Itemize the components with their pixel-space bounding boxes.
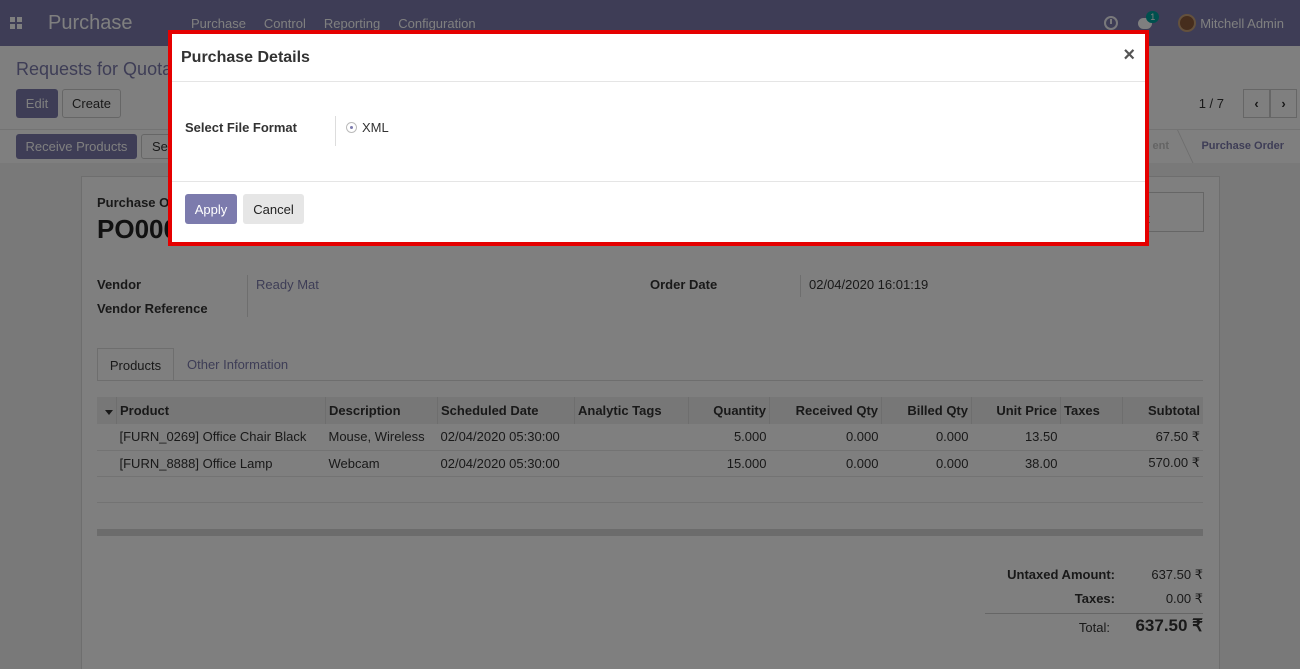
modal-body: Select File Format XML <box>172 83 1145 182</box>
file-format-label: Select File Format <box>185 120 297 135</box>
cancel-button[interactable]: Cancel <box>243 194 304 224</box>
modal-header: Purchase Details × <box>172 34 1145 82</box>
modal-title: Purchase Details <box>181 49 310 66</box>
close-icon[interactable]: × <box>1123 44 1135 67</box>
apply-button[interactable]: Apply <box>185 194 237 224</box>
field-separator <box>335 116 336 146</box>
xml-radio-label[interactable]: XML <box>362 120 389 135</box>
xml-radio[interactable] <box>346 122 357 133</box>
purchase-details-dialog: Purchase Details × Select File Format XM… <box>168 30 1149 246</box>
